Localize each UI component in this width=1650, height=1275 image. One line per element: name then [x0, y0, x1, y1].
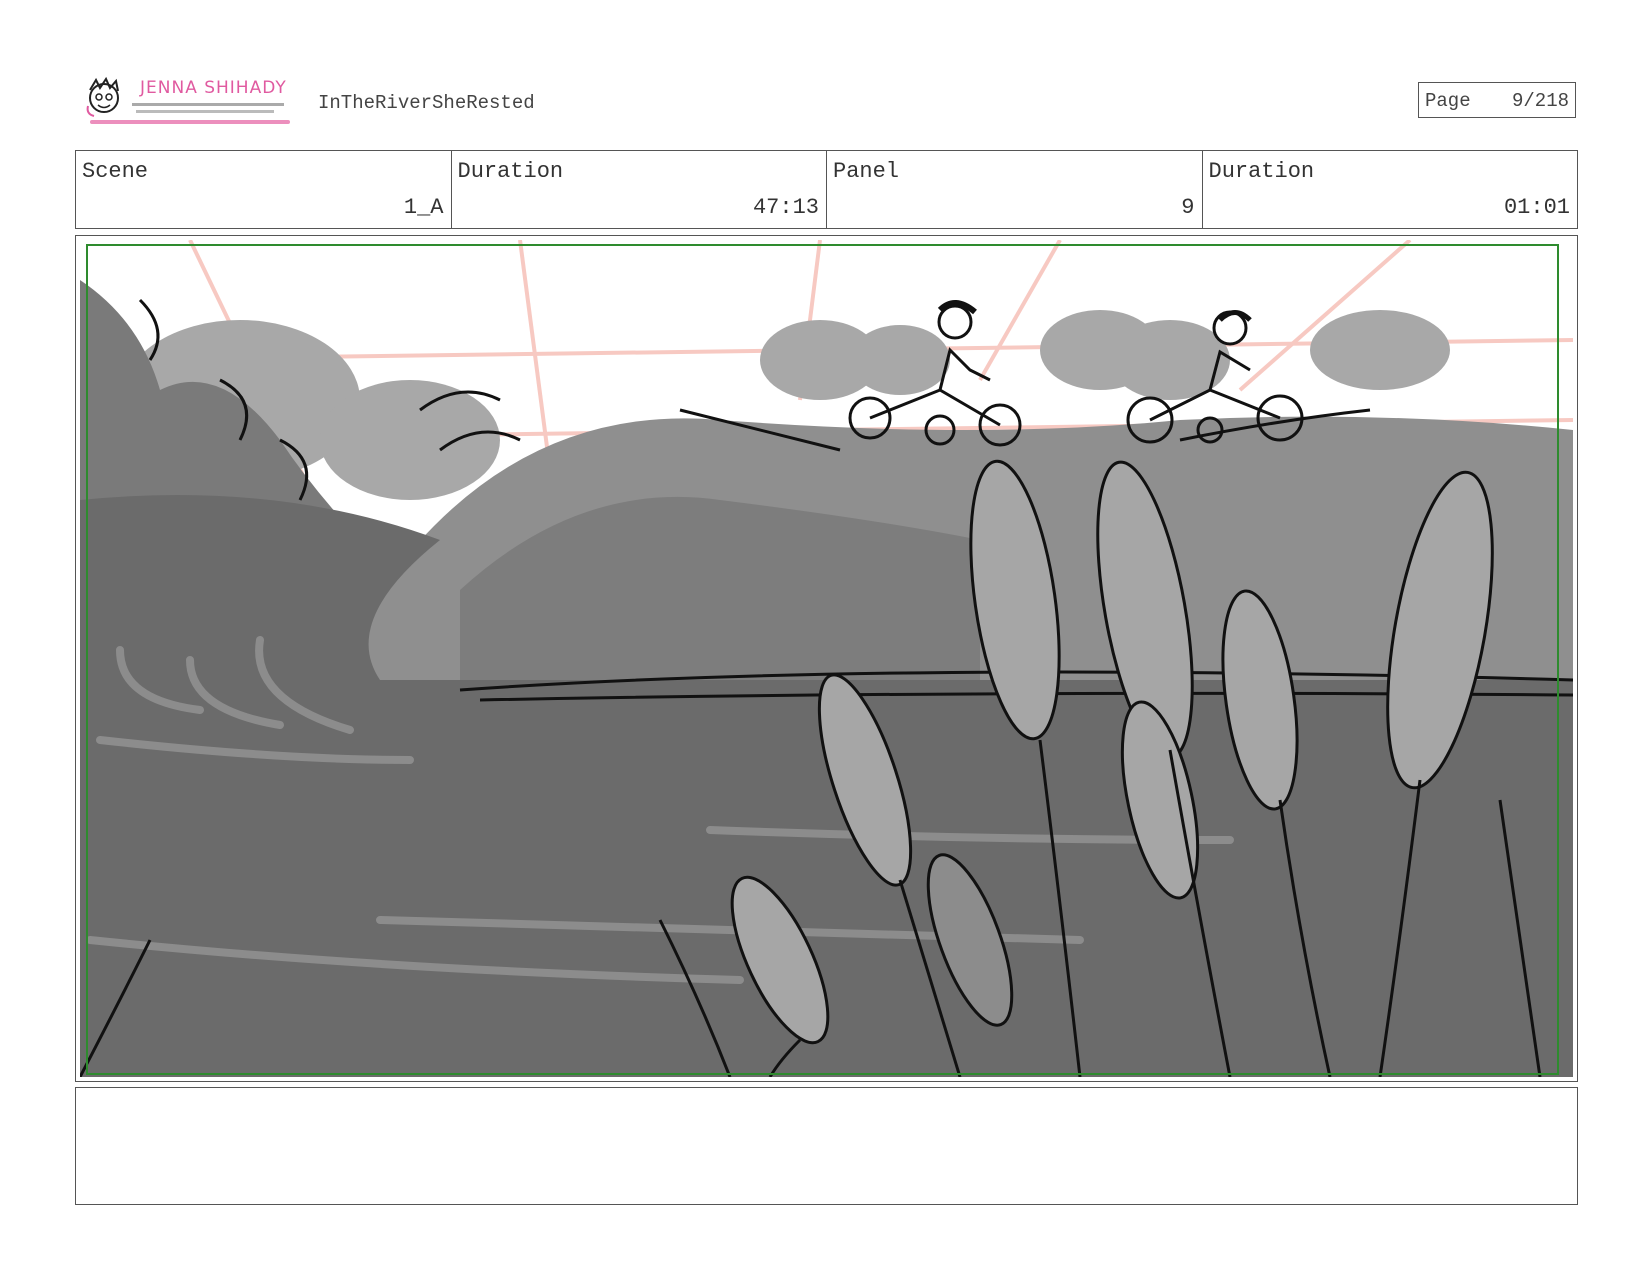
page-number: 9/218 [1511, 90, 1569, 112]
page-indicator: Page 9/218 [1418, 82, 1576, 118]
storyboard-panel-frame [75, 235, 1578, 1082]
panel-notes-box[interactable] [75, 1087, 1578, 1205]
logo-contact-line [136, 110, 274, 113]
logo-tagline [132, 103, 284, 106]
scene-duration-cell: Duration 47:13 [452, 151, 827, 228]
scene-duration-label: Duration [457, 159, 564, 184]
page-label: Page [1425, 90, 1471, 112]
panel-duration-cell: Duration 01:01 [1203, 151, 1578, 228]
panel-label: Panel [833, 159, 900, 184]
storyboard-sketch-image [80, 240, 1573, 1077]
scene-value: 1_A [403, 195, 444, 220]
panel-duration-value: 01:01 [1503, 195, 1570, 220]
panel-duration-label: Duration [1208, 159, 1315, 184]
logo-underline [90, 120, 290, 124]
scene-label: Scene [82, 159, 149, 184]
project-title: InTheRiverSheRested [318, 92, 535, 114]
panel-value: 9 [1181, 195, 1195, 220]
panel-info-row: Scene 1_A Duration 47:13 Panel 9 Duratio… [75, 150, 1578, 229]
studio-logo: JENNA SHIHADY [84, 76, 290, 124]
panel-cell: Panel 9 [827, 151, 1203, 228]
scene-duration-value: 47:13 [752, 195, 819, 220]
logo-name: JENNA SHIHADY [140, 78, 287, 98]
scene-cell: Scene 1_A [76, 151, 452, 228]
character-face-icon [86, 76, 119, 117]
